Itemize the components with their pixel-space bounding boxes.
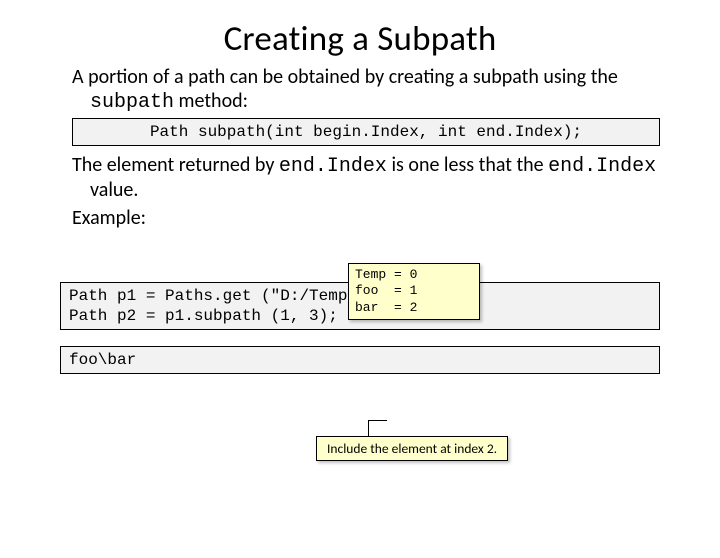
slide-body-2: The element returned by end.Index is one…: [0, 154, 720, 230]
intro-text-tail: method:: [174, 89, 248, 113]
example-label: Example:: [72, 206, 660, 230]
result-code-box: foo\bar: [60, 346, 660, 374]
intro-paragraph: A portion of a path can be obtained by c…: [72, 66, 660, 114]
callout-connector: [368, 420, 387, 437]
slide-body: A portion of a path can be obtained by c…: [0, 66, 720, 114]
explain-tail: value.: [90, 178, 138, 202]
explain-paragraph: The element returned by end.Index is one…: [72, 154, 660, 202]
index-row-bar: bar = 2: [355, 300, 473, 316]
explain-code-2: end.Index: [548, 155, 656, 178]
slide: Creating a Subpath A portion of a path c…: [0, 18, 720, 558]
explain-code-1: end.Index: [279, 155, 387, 178]
explain-mid: is one less that the: [387, 153, 548, 177]
include-note-callout: Include the element at index 2.: [316, 436, 508, 461]
explain-lead: The element returned by: [72, 153, 279, 177]
signature-code-box: Path subpath(int begin.Index, int end.In…: [72, 118, 660, 146]
intro-code-subpath: subpath: [90, 91, 174, 114]
spacer-2: [0, 338, 720, 342]
index-row-temp: Temp = 0: [355, 267, 473, 283]
intro-text-lead: A portion of a path can be obtained by c…: [72, 65, 618, 89]
index-row-foo: foo = 1: [355, 283, 473, 299]
index-callout: Temp = 0 foo = 1 bar = 2: [348, 263, 480, 320]
slide-title: Creating a Subpath: [0, 18, 720, 60]
